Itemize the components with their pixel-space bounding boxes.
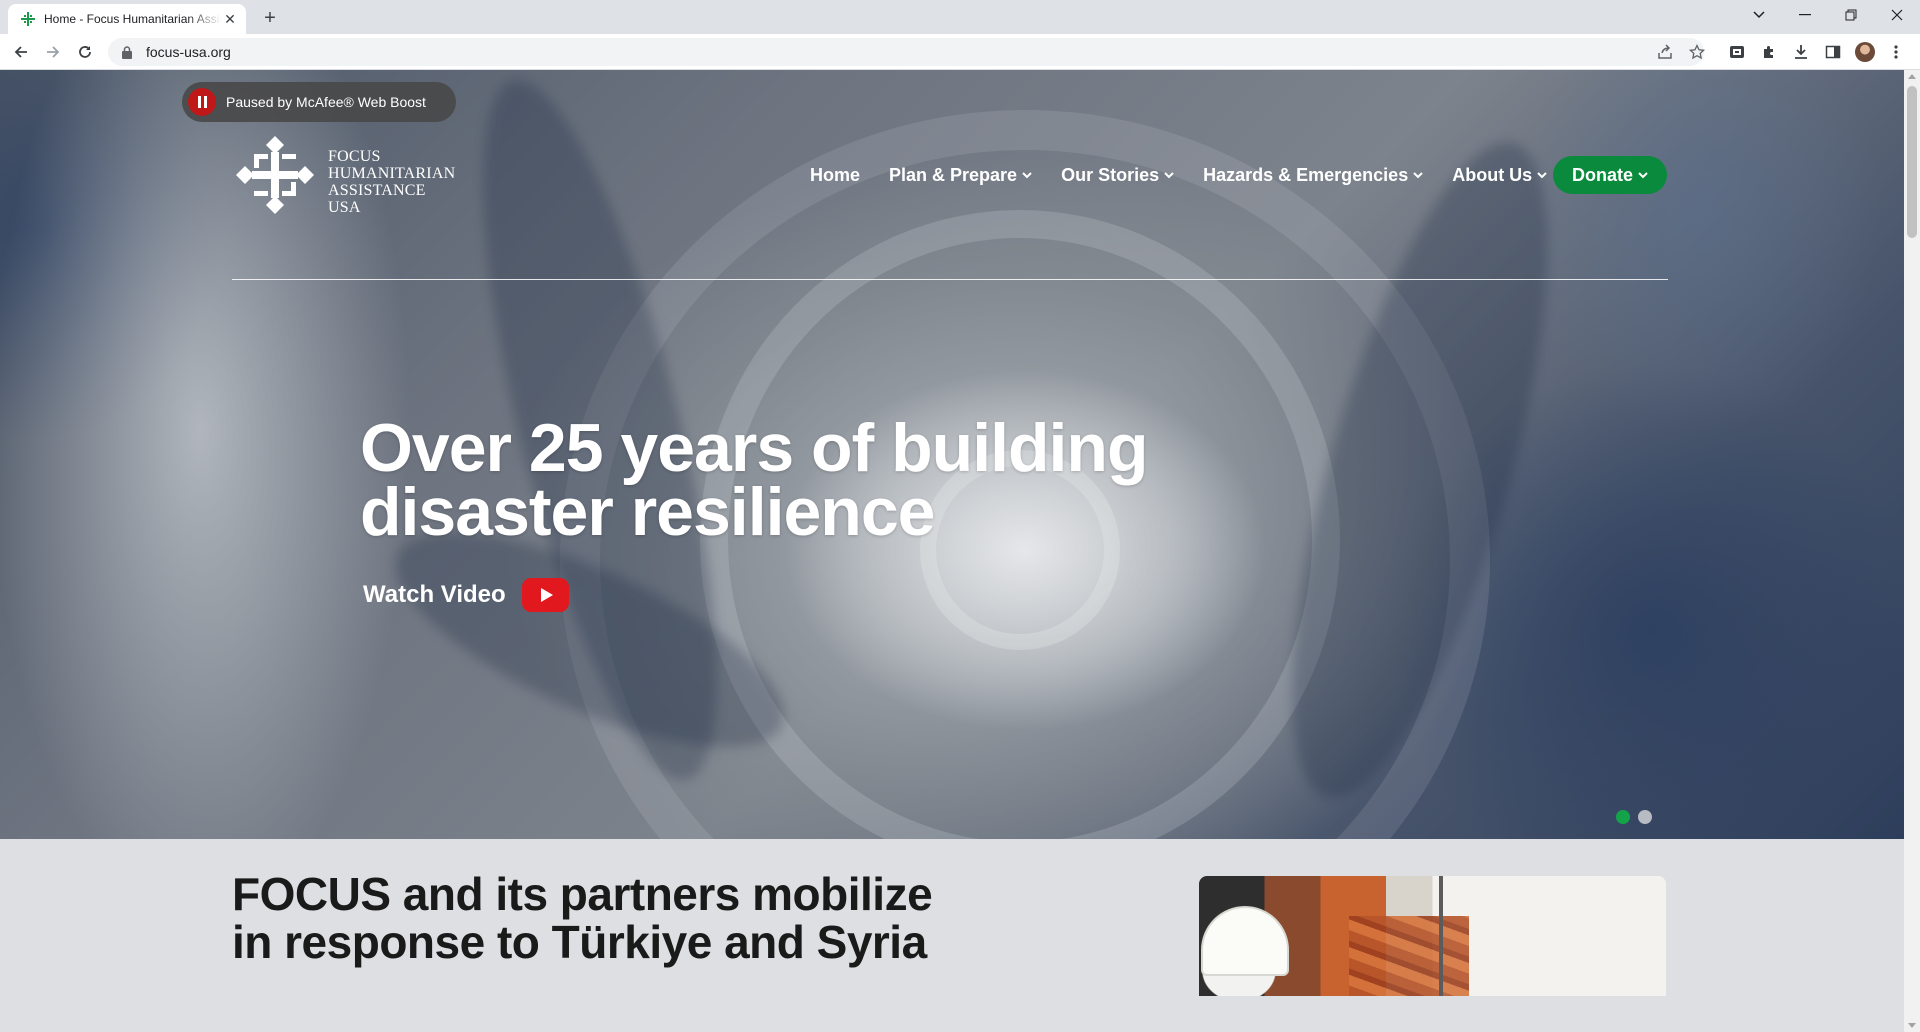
nav-item-home[interactable]: Home <box>810 165 860 186</box>
rebar-image-detail <box>1439 876 1443 996</box>
nav-divider <box>232 279 1668 280</box>
reload-icon[interactable] <box>73 40 97 64</box>
nav-item-label: Plan & Prepare <box>889 164 1018 185</box>
chevron-down-icon <box>1537 170 1547 180</box>
url-text: focus-usa.org <box>146 44 231 60</box>
donate-label: Donate <box>1571 164 1633 185</box>
logo-line: USA <box>328 199 361 216</box>
news-feature-image[interactable] <box>1199 876 1666 996</box>
restore-icon[interactable] <box>1828 0 1874 30</box>
carousel-dots <box>1616 810 1652 824</box>
rubble-image-detail <box>1349 916 1469 996</box>
scroll-up-arrow-icon[interactable] <box>1908 74 1916 79</box>
chevron-down-icon <box>1164 170 1174 180</box>
new-tab-plus-icon[interactable]: + <box>258 6 282 30</box>
lock-icon[interactable] <box>122 45 136 59</box>
watch-video-label: Watch Video <box>363 581 506 608</box>
focus-logo-mark-icon <box>236 136 314 214</box>
nav-item-label: About Us <box>1452 164 1533 185</box>
donate-button[interactable]: Donate <box>1553 156 1667 194</box>
tab-title: Home - Focus Humanitarian Assistance USA <box>44 12 222 26</box>
extensions-puzzle-icon[interactable] <box>1757 40 1781 64</box>
chevron-down-icon <box>1638 170 1648 180</box>
tab-strip: Home - Focus Humanitarian Assistance USA… <box>0 0 1920 34</box>
hero-title-line: disaster resilience <box>360 474 935 550</box>
download-icon[interactable] <box>1789 40 1813 64</box>
nav-item-label: Our Stories <box>1061 164 1160 185</box>
section-title-line: in response to Türkiye and Syria <box>232 916 927 968</box>
close-window-icon[interactable] <box>1874 0 1920 30</box>
carousel-dot-1[interactable] <box>1616 810 1630 824</box>
bookmark-star-icon[interactable] <box>1685 40 1709 64</box>
vertical-scrollbar[interactable] <box>1904 70 1920 1032</box>
hero-title: Over 25 years of building disaster resil… <box>360 410 1260 550</box>
nav-item-hazards-emergencies[interactable]: Hazards & Emergencies <box>1203 165 1423 186</box>
section-title-line: FOCUS and its partners mobilize <box>232 868 933 920</box>
hard-hat-image-detail <box>1201 906 1289 976</box>
scroll-down-arrow-icon[interactable] <box>1908 1023 1916 1028</box>
nav-item-plan-prepare[interactable]: Plan & Prepare <box>889 165 1032 186</box>
section-title: FOCUS and its partners mobilize in respo… <box>232 870 992 966</box>
nav-item-label: Home <box>810 164 861 185</box>
carousel-dot-2[interactable] <box>1638 810 1652 824</box>
tab-search-chevron-down-icon[interactable] <box>1736 0 1782 30</box>
share-icon[interactable] <box>1653 40 1677 64</box>
forward-arrow-right-icon[interactable] <box>41 40 65 64</box>
browser-tab[interactable]: Home - Focus Humanitarian Assistance USA… <box>8 4 246 34</box>
address-bar[interactable]: focus-usa.org <box>108 38 1704 66</box>
tab-close-icon[interactable]: ✕ <box>222 11 238 27</box>
mcafee-extension-icon[interactable] <box>1725 40 1749 64</box>
scrollbar-thumb[interactable] <box>1907 86 1917 238</box>
profile-avatar[interactable] <box>1855 42 1875 62</box>
browser-toolbar: focus-usa.org <box>0 34 1920 70</box>
main-navigation: Home Plan & Prepare Our Stories Hazards … <box>810 156 1576 194</box>
logo-wordmark: FOCUS HUMANITARIAN ASSISTANCE USA <box>328 148 455 216</box>
side-panel-icon[interactable] <box>1821 40 1845 64</box>
youtube-play-icon[interactable] <box>521 578 569 612</box>
chevron-down-icon <box>1022 170 1032 180</box>
kebab-menu-icon[interactable] <box>1884 40 1908 64</box>
minimize-icon[interactable] <box>1782 0 1828 30</box>
logo-line: ASSISTANCE <box>328 182 426 199</box>
focus-favicon-icon <box>20 11 36 27</box>
site-logo[interactable]: FOCUS HUMANITARIAN ASSISTANCE USA <box>232 132 462 222</box>
logo-line: FOCUS <box>328 148 381 165</box>
nav-item-label: Hazards & Emergencies <box>1203 164 1409 185</box>
watch-video-link[interactable]: Watch Video <box>363 578 569 612</box>
logo-line: HUMANITARIAN <box>328 165 456 182</box>
nav-item-our-stories[interactable]: Our Stories <box>1061 165 1174 186</box>
hero-banner: Paused by McAfee® Web Boost FOCUS HUMANI… <box>0 70 1904 839</box>
mcafee-web-boost-pill[interactable]: Paused by McAfee® Web Boost <box>182 82 456 122</box>
hero-title-line: Over 25 years of building <box>360 410 1148 486</box>
pause-icon[interactable] <box>188 88 216 116</box>
nav-item-about-us[interactable]: About Us <box>1452 165 1547 186</box>
page-viewport: Paused by McAfee® Web Boost FOCUS HUMANI… <box>0 70 1904 1032</box>
back-arrow-left-icon[interactable] <box>9 40 33 64</box>
mcafee-label: Paused by McAfee® Web Boost <box>226 94 426 110</box>
chevron-down-icon <box>1413 170 1423 180</box>
